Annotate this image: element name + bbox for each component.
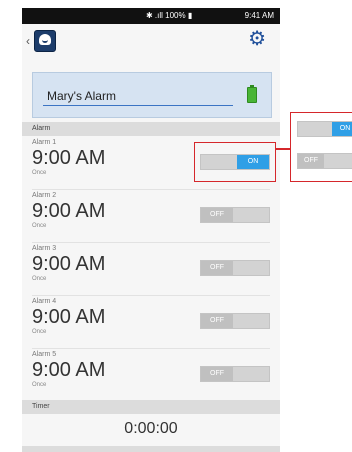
alarm-time[interactable]: 9:00 AM <box>32 147 105 169</box>
status-icons: ✱ .ıll 100% ▮ <box>146 11 193 20</box>
alarm-repeat: Once <box>32 223 47 229</box>
alarm-repeat: Once <box>32 382 47 388</box>
alarm-time[interactable]: 9:00 AM <box>32 253 105 275</box>
alarm-section-header: Alarm <box>22 122 280 136</box>
battery-full-icon <box>247 85 257 103</box>
divider <box>32 348 270 349</box>
app-logo-icon[interactable] <box>34 30 56 52</box>
phone-screen: ✱ .ıll 100% ▮ 9:41 AM ‹ ⚙ Mary's Alarm A… <box>22 8 280 452</box>
alarm-toggle-off[interactable]: OFF <box>200 313 270 329</box>
timer-value[interactable]: 0:00:00 <box>22 420 280 438</box>
timer-section-header: Timer <box>22 400 280 414</box>
alarm-time[interactable]: 9:00 AM <box>32 306 105 328</box>
alarm-row: Alarm 3 9:00 AM Once OFF <box>22 244 280 294</box>
alarm-time[interactable]: 9:00 AM <box>32 359 105 381</box>
alarm-toggle-off[interactable]: OFF <box>200 207 270 223</box>
toggle-off-label: OFF <box>201 314 233 328</box>
alarm-toggle-off[interactable]: OFF <box>200 366 270 382</box>
alarm-repeat: Once <box>32 276 47 282</box>
toggle-off-label: OFF <box>201 208 233 222</box>
callout-on-label: ON <box>332 122 352 136</box>
toggle-off-label: OFF <box>201 261 233 275</box>
chevron-left-icon[interactable]: ‹ <box>26 34 30 48</box>
alarm-name-field[interactable]: Mary's Alarm <box>47 89 116 103</box>
alarm-time[interactable]: 9:00 AM <box>32 200 105 222</box>
next-section-header <box>22 446 280 452</box>
name-field-underline <box>43 105 233 106</box>
callout-toggle-off: OFF <box>297 153 352 169</box>
app-bar: ‹ ⚙ <box>22 24 280 58</box>
status-time: 9:41 AM <box>244 11 274 20</box>
alarm-toggle-off[interactable]: OFF <box>200 260 270 276</box>
divider <box>32 189 270 190</box>
callout-toggle-on: ON <box>297 121 352 137</box>
alarm-name-card: Mary's Alarm <box>32 72 272 118</box>
alarm-label: Alarm 3 <box>32 245 57 252</box>
alarm-row: Alarm 5 9:00 AM Once OFF <box>22 350 280 400</box>
divider <box>32 242 270 243</box>
toggle-callout: ON OFF <box>290 112 352 182</box>
gear-icon[interactable]: ⚙ <box>248 29 266 49</box>
alarm-label: Alarm 2 <box>32 192 57 199</box>
alarm-label: Alarm 4 <box>32 298 57 305</box>
highlight-box <box>194 142 276 182</box>
alarm-repeat: Once <box>32 170 47 176</box>
connector-line <box>276 148 290 150</box>
status-bar: ✱ .ıll 100% ▮ 9:41 AM <box>22 8 280 24</box>
alarm-label: Alarm 5 <box>32 351 57 358</box>
divider <box>32 295 270 296</box>
alarm-row: Alarm 4 9:00 AM Once OFF <box>22 297 280 347</box>
callout-off-label: OFF <box>298 154 324 168</box>
alarm-repeat: Once <box>32 329 47 335</box>
toggle-off-label: OFF <box>201 367 233 381</box>
alarm-label: Alarm 1 <box>32 139 57 146</box>
alarm-row: Alarm 2 9:00 AM Once OFF <box>22 191 280 241</box>
